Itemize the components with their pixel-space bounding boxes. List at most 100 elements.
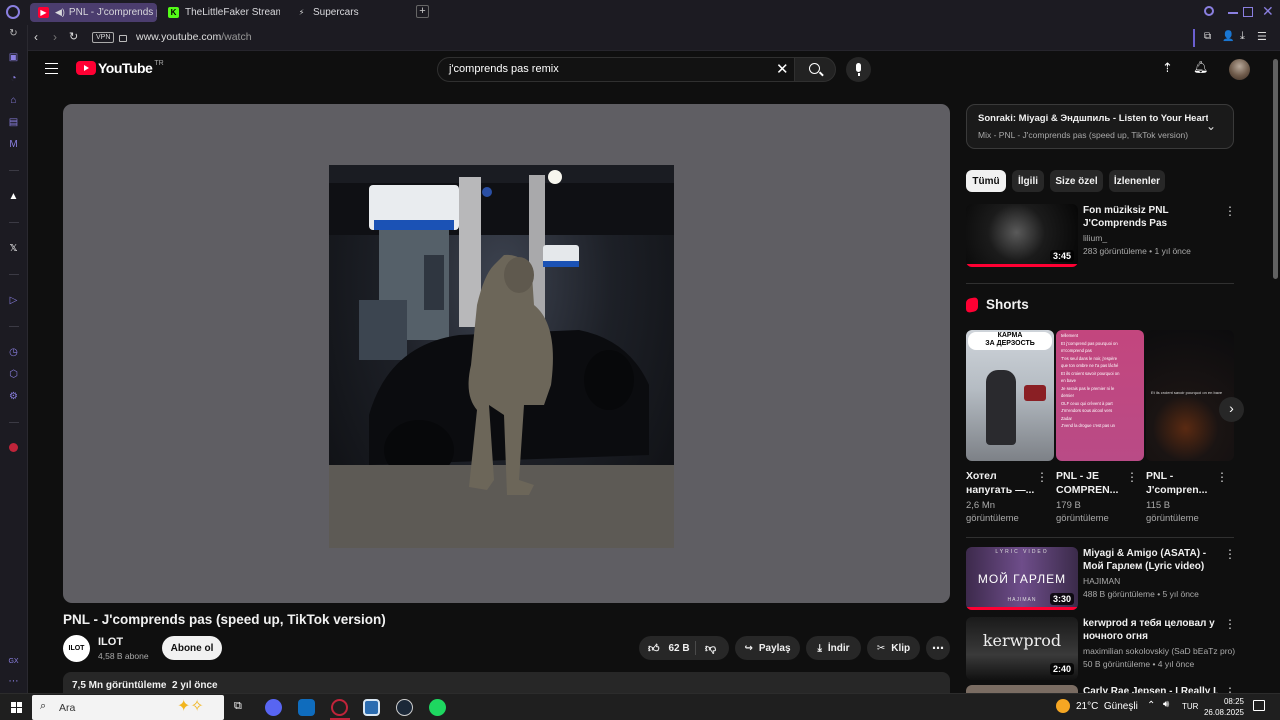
gx-icon[interactable]: GX	[8, 656, 19, 667]
more-vertical-icon[interactable]: ⋮	[1224, 204, 1236, 218]
steam-icon[interactable]	[396, 699, 413, 716]
task-view-icon[interactable]: ⧉	[234, 700, 242, 713]
share-button[interactable]: ↪ Paylaş	[735, 636, 800, 660]
tray-chevron-icon[interactable]: ⌃	[1147, 700, 1155, 711]
search-input[interactable]: j'comprends pas remix ✕	[437, 57, 795, 82]
video-player[interactable]	[63, 104, 950, 603]
notifications-bell-icon[interactable]: 🔔︎	[1193, 60, 1208, 74]
volume-icon[interactable]: 🔊︎	[1163, 699, 1169, 710]
history-icon[interactable]: ◷	[8, 347, 19, 358]
subscribe-button[interactable]: Abone ol	[162, 636, 222, 660]
tab-pnl[interactable]: ▶ ◀) PNL - J'comprends pas	[30, 3, 157, 22]
extensions-sidebar-icon[interactable]: ⬡	[8, 369, 19, 380]
duration-badge: 3:45	[1049, 250, 1074, 262]
recommendation-item[interactable]: Carly Rae Jepsen - I Really Like ⋮	[966, 685, 1236, 693]
more-vertical-icon[interactable]: ⋮	[1224, 617, 1236, 631]
address-bar: ‹ › ↻ VPN www.youtube.com/watch ⧉ 👤 ⤓ ☰	[28, 25, 1280, 51]
refresh-sidebar-icon[interactable]: ↻	[8, 28, 19, 39]
recommendation-item[interactable]: kerwprod 2:40 kerwprod я тебя целовал у …	[966, 617, 1236, 681]
search-tabs-icon[interactable]	[1204, 6, 1214, 16]
account-avatar[interactable]	[1229, 59, 1250, 80]
messenger-icon[interactable]: M	[8, 139, 19, 150]
chip-for-you[interactable]: Size özel	[1050, 170, 1103, 192]
aria-icon[interactable]: ▣	[8, 52, 19, 63]
short-title: Хотел напугать —...	[966, 470, 1035, 496]
adblock-icon[interactable]	[9, 443, 18, 452]
video-title: Carly Rae Jepsen - I Really Like	[1083, 686, 1218, 693]
forward-icon[interactable]: ›	[53, 30, 57, 44]
tiktok-icon[interactable]: ▲	[8, 191, 19, 202]
url-text[interactable]: www.youtube.com/watch	[136, 31, 252, 43]
like-button[interactable]: 👍︎ 62 B 👎︎	[639, 636, 729, 660]
tab-thelittlefaker[interactable]: K TheLittleFaker Stream - V	[160, 3, 280, 22]
ai-icon[interactable]: ◔	[8, 73, 19, 84]
taskbar-search-box[interactable]: ⌕ Ara ✦✧	[32, 695, 224, 720]
spotify-icon[interactable]	[429, 699, 446, 716]
x-twitter-icon[interactable]: 𝕏	[8, 243, 19, 254]
chip-related[interactable]: İlgili	[1012, 170, 1044, 192]
more-vertical-icon[interactable]: ⋮	[1126, 470, 1138, 484]
short-item[interactable]: Et ils croient savoir pourquoi on en bav…	[1146, 330, 1234, 526]
search-query: j'comprends pas remix	[449, 63, 559, 75]
channel-name: maximilian sokolovskiy (SaD bEaTz pro)	[1083, 646, 1236, 656]
description-box[interactable]: 7,5 Mn görüntüleme 2 yıl önce	[63, 672, 950, 693]
thumbs-down-icon[interactable]: 👎︎	[705, 642, 716, 655]
chip-all[interactable]: Tümü	[966, 170, 1006, 192]
video-title: PNL - J'comprends pas (speed up, TikTok …	[63, 612, 386, 627]
youtube-logo[interactable]: YouTube TR	[76, 60, 164, 76]
up-next-mix-card[interactable]: Sonraki: Miyagi & Эндшпиль - Listen to Y…	[966, 104, 1234, 149]
shorts-next-arrow-icon[interactable]: ›	[1219, 397, 1244, 422]
clip-button[interactable]: ✂ Klip	[867, 636, 920, 660]
download-icon[interactable]: ⤓	[1240, 30, 1245, 43]
more-actions-button[interactable]: ⋯	[926, 636, 950, 660]
workspace-icon[interactable]: ⌂	[8, 95, 19, 106]
voice-search-button[interactable]	[846, 57, 871, 82]
player-icon[interactable]: ▷	[8, 295, 19, 306]
twitch-icon[interactable]: ▤	[8, 117, 19, 128]
tab-supercars[interactable]: ⚡ Supercars	[288, 3, 408, 22]
search-button[interactable]	[794, 57, 836, 82]
download-button[interactable]: ⤓ İndir	[806, 636, 861, 660]
page-scrollbar[interactable]	[1271, 51, 1280, 693]
clear-search-icon[interactable]: ✕	[776, 60, 789, 78]
notification-center-icon[interactable]	[1253, 700, 1265, 711]
discord-icon[interactable]	[265, 699, 282, 716]
upload-icon[interactable]: ⇡	[1162, 60, 1173, 76]
opera-menu-icon[interactable]	[6, 5, 20, 19]
windows-start-icon[interactable]	[11, 702, 22, 713]
recommendation-item[interactable]: LYRIC VIDEO МОЙ ГАРЛЕМ HAJIMAN 3:30 Miya…	[966, 547, 1236, 611]
short-item[interactable]: КАРМА ЗА ДЕРЗОСТЬ Хотел напугать —... 2,…	[966, 330, 1054, 526]
chip-watched[interactable]: İzlenenler	[1109, 170, 1165, 192]
easy-setup-icon[interactable]: ☰	[1257, 30, 1267, 43]
more-vertical-icon[interactable]: ⋮	[1224, 685, 1236, 693]
recommendation-item[interactable]: 3:45 Fon müziksiz PNL J'Comprends Pas li…	[966, 204, 1236, 270]
vpn-badge[interactable]: VPN	[92, 32, 115, 43]
extensions-icon[interactable]: ⧉	[1204, 31, 1211, 42]
more-vertical-icon[interactable]: ⋮	[1224, 547, 1236, 561]
scrollbar-thumb[interactable]	[1273, 59, 1278, 279]
settings-icon[interactable]: ⚙	[8, 391, 19, 402]
hamburger-menu-icon[interactable]	[45, 63, 58, 74]
channel-name[interactable]: ILOT	[98, 636, 123, 648]
close-window-icon[interactable]: ✕	[1262, 3, 1274, 20]
divider	[966, 537, 1234, 538]
chevron-down-icon[interactable]: ⌄	[1206, 119, 1216, 133]
more-vertical-icon[interactable]: ⋮	[1216, 470, 1228, 484]
short-item[interactable]: tellement Et j'comprend pas pourquoi on …	[1056, 330, 1144, 526]
language-indicator[interactable]: TUR	[1182, 702, 1198, 711]
clock[interactable]: 08:25 26.08.2025	[1200, 696, 1244, 718]
account-icon[interactable]: 👤	[1222, 31, 1234, 42]
maximize-icon[interactable]	[1243, 7, 1253, 17]
channel-avatar[interactable]: ILOT	[63, 635, 90, 662]
more-sidebar-icon[interactable]: ⋯	[8, 676, 19, 687]
minimize-icon[interactable]	[1228, 12, 1238, 14]
back-icon[interactable]: ‹	[34, 30, 38, 44]
reload-icon[interactable]: ↻	[69, 30, 78, 43]
opera-gx-taskbar-icon[interactable]	[331, 699, 348, 716]
new-tab-icon[interactable]: +	[416, 5, 429, 18]
outlook-icon[interactable]	[298, 699, 315, 716]
remote-desktop-icon[interactable]	[363, 699, 380, 716]
url-host: www.youtube.com	[136, 31, 222, 43]
more-vertical-icon[interactable]: ⋮	[1036, 470, 1048, 484]
weather-widget[interactable]: 21°C Güneşli	[1056, 699, 1138, 713]
